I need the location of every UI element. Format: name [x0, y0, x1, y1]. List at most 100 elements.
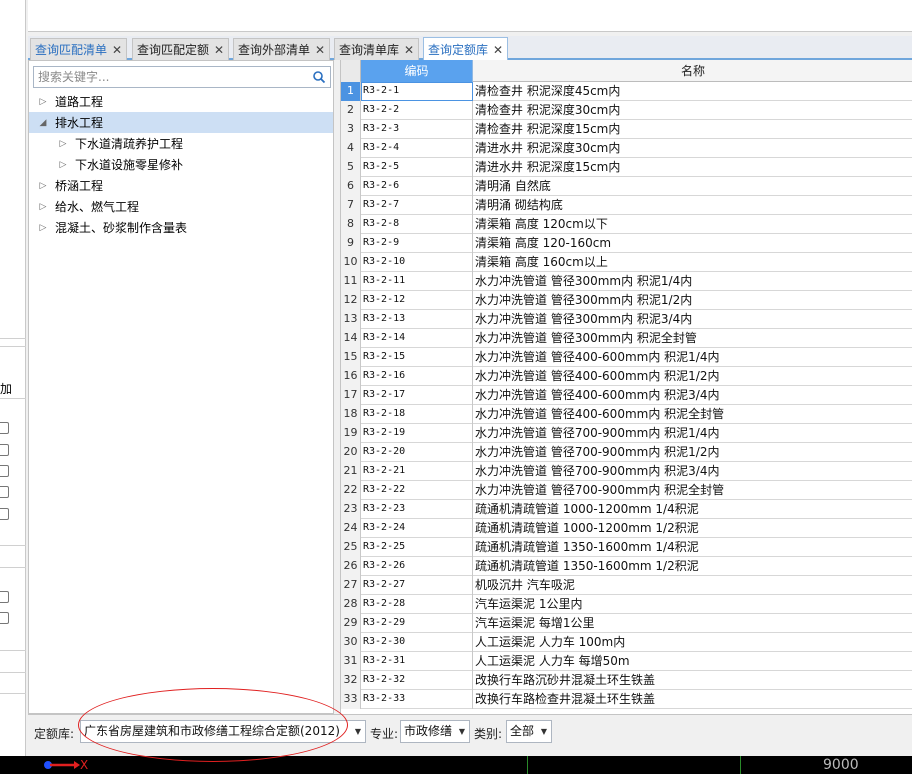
table-row[interactable]: 18 R3-2-18 水力冲洗管道 管径400-600mm内 积泥全封管: [341, 405, 912, 424]
quota-name-cell[interactable]: 清渠箱 高度 120-160cm: [473, 234, 912, 253]
quota-code-cell[interactable]: R3-2-12: [361, 291, 473, 310]
search-icon[interactable]: [312, 70, 326, 84]
row-number[interactable]: 33: [341, 690, 361, 709]
row-number[interactable]: 29: [341, 614, 361, 633]
tree-item-sewer-repair[interactable]: ▷ 下水道设施零星修补: [29, 154, 333, 175]
table-row[interactable]: 16 R3-2-16 水力冲洗管道 管径400-600mm内 积泥1/2内: [341, 367, 912, 386]
table-row[interactable]: 25 R3-2-25 疏通机清疏管道 1350-1600mm 1/4积泥: [341, 538, 912, 557]
quota-name-cell[interactable]: 改换行车路检查井混凝土环生铁盖: [473, 690, 912, 709]
quota-name-cell[interactable]: 水力冲洗管道 管径700-900mm内 积泥1/4内: [473, 424, 912, 443]
checkbox[interactable]: [0, 465, 9, 477]
row-number[interactable]: 2: [341, 101, 361, 120]
quota-name-cell[interactable]: 水力冲洗管道 管径400-600mm内 积泥1/4内: [473, 348, 912, 367]
quota-code-cell[interactable]: R3-2-4: [361, 139, 473, 158]
quota-code-cell[interactable]: R3-2-22: [361, 481, 473, 500]
quota-code-cell[interactable]: R3-2-21: [361, 462, 473, 481]
chevron-right-icon[interactable]: ▷: [37, 181, 49, 191]
quota-code-cell[interactable]: R3-2-27: [361, 576, 473, 595]
table-row[interactable]: 23 R3-2-23 疏通机清疏管道 1000-1200mm 1/4积泥: [341, 500, 912, 519]
quota-code-cell[interactable]: R3-2-7: [361, 196, 473, 215]
quota-code-cell[interactable]: R3-2-19: [361, 424, 473, 443]
table-row[interactable]: 5 R3-2-5 清进水井 积泥深度15cm内: [341, 158, 912, 177]
checkbox[interactable]: [0, 422, 9, 434]
row-number[interactable]: 12: [341, 291, 361, 310]
table-row[interactable]: 24 R3-2-24 疏通机清疏管道 1000-1200mm 1/2积泥: [341, 519, 912, 538]
quota-code-cell[interactable]: R3-2-5: [361, 158, 473, 177]
row-number[interactable]: 5: [341, 158, 361, 177]
table-row[interactable]: 30 R3-2-30 人工运渠泥 人力车 100m内: [341, 633, 912, 652]
quota-name-cell[interactable]: 水力冲洗管道 管径300mm内 积泥全封管: [473, 329, 912, 348]
row-number[interactable]: 23: [341, 500, 361, 519]
quota-name-cell[interactable]: 清检查井 积泥深度15cm内: [473, 120, 912, 139]
quota-name-cell[interactable]: 水力冲洗管道 管径700-900mm内 积泥1/2内: [473, 443, 912, 462]
table-row[interactable]: 1 R3-2-1 清检查井 积泥深度45cm内: [341, 82, 912, 101]
column-header-name[interactable]: 名称: [473, 60, 912, 82]
table-row[interactable]: 19 R3-2-19 水力冲洗管道 管径700-900mm内 积泥1/4内: [341, 424, 912, 443]
chevron-right-icon[interactable]: ▷: [37, 97, 49, 107]
row-number[interactable]: 24: [341, 519, 361, 538]
close-icon[interactable]: ✕: [112, 43, 122, 57]
table-row[interactable]: 33 R3-2-33 改换行车路检查井混凝土环生铁盖: [341, 690, 912, 709]
row-number[interactable]: 16: [341, 367, 361, 386]
search-input[interactable]: [34, 67, 304, 87]
quota-name-cell[interactable]: 清进水井 积泥深度30cm内: [473, 139, 912, 158]
quota-code-cell[interactable]: R3-2-9: [361, 234, 473, 253]
quota-name-cell[interactable]: 汽车运渠泥 1公里内: [473, 595, 912, 614]
row-number[interactable]: 3: [341, 120, 361, 139]
chevron-right-icon[interactable]: ▷: [57, 139, 69, 149]
quota-name-cell[interactable]: 疏通机清疏管道 1000-1200mm 1/4积泥: [473, 500, 912, 519]
chevron-right-icon[interactable]: ▷: [37, 223, 49, 233]
quota-name-cell[interactable]: 疏通机清疏管道 1350-1600mm 1/4积泥: [473, 538, 912, 557]
table-row[interactable]: 9 R3-2-9 清渠箱 高度 120-160cm: [341, 234, 912, 253]
quota-name-cell[interactable]: 水力冲洗管道 管径300mm内 积泥1/2内: [473, 291, 912, 310]
tree-item-sewer-maintenance[interactable]: ▷ 下水道清疏养护工程: [29, 133, 333, 154]
quota-name-cell[interactable]: 清明涌 砌结构底: [473, 196, 912, 215]
quota-name-cell[interactable]: 清明涌 自然底: [473, 177, 912, 196]
quota-code-cell[interactable]: R3-2-15: [361, 348, 473, 367]
quota-code-cell[interactable]: R3-2-10: [361, 253, 473, 272]
quota-name-cell[interactable]: 人工运渠泥 人力车 每增50m: [473, 652, 912, 671]
quota-code-cell[interactable]: R3-2-16: [361, 367, 473, 386]
quota-code-cell[interactable]: R3-2-23: [361, 500, 473, 519]
row-number[interactable]: 21: [341, 462, 361, 481]
quota-code-cell[interactable]: R3-2-24: [361, 519, 473, 538]
tab-query-external-list[interactable]: 查询外部清单 ✕: [233, 38, 331, 60]
row-number[interactable]: 22: [341, 481, 361, 500]
tree-item-bridge-works[interactable]: ▷ 桥涵工程: [29, 175, 333, 196]
quota-name-cell[interactable]: 清进水井 积泥深度15cm内: [473, 158, 912, 177]
tree-item-water-gas-works[interactable]: ▷ 给水、燃气工程: [29, 196, 333, 217]
quota-name-cell[interactable]: 机吸沉井 汽车吸泥: [473, 576, 912, 595]
row-number[interactable]: 17: [341, 386, 361, 405]
column-header-code[interactable]: 编码: [361, 60, 473, 82]
table-row[interactable]: 27 R3-2-27 机吸沉井 汽车吸泥: [341, 576, 912, 595]
table-row[interactable]: 6 R3-2-6 清明涌 自然底: [341, 177, 912, 196]
checkbox[interactable]: [0, 508, 9, 520]
table-row[interactable]: 29 R3-2-29 汽车运渠泥 每增1公里: [341, 614, 912, 633]
tree-item-drainage-works[interactable]: ◢ 排水工程: [29, 112, 333, 133]
quota-code-cell[interactable]: R3-2-30: [361, 633, 473, 652]
close-icon[interactable]: ✕: [493, 43, 503, 57]
row-number[interactable]: 28: [341, 595, 361, 614]
quota-code-cell[interactable]: R3-2-2: [361, 101, 473, 120]
quota-code-cell[interactable]: R3-2-3: [361, 120, 473, 139]
row-number[interactable]: 4: [341, 139, 361, 158]
checkbox[interactable]: [0, 486, 9, 498]
quota-library-select[interactable]: 广东省房屋建筑和市政修缮工程综合定额(2012) ▼: [80, 720, 366, 743]
quota-code-cell[interactable]: R3-2-18: [361, 405, 473, 424]
category-select[interactable]: 全部 ▼: [506, 720, 552, 743]
tab-query-matched-list[interactable]: 查询匹配清单 ✕: [30, 38, 128, 60]
quota-name-cell[interactable]: 水力冲洗管道 管径700-900mm内 积泥全封管: [473, 481, 912, 500]
quota-code-cell[interactable]: R3-2-11: [361, 272, 473, 291]
table-row[interactable]: 11 R3-2-11 水力冲洗管道 管径300mm内 积泥1/4内: [341, 272, 912, 291]
quota-name-cell[interactable]: 水力冲洗管道 管径300mm内 积泥3/4内: [473, 310, 912, 329]
table-row[interactable]: 14 R3-2-14 水力冲洗管道 管径300mm内 积泥全封管: [341, 329, 912, 348]
row-number[interactable]: 19: [341, 424, 361, 443]
tab-query-quota-library[interactable]: 查询定额库 ✕: [423, 37, 509, 61]
quota-code-cell[interactable]: R3-2-14: [361, 329, 473, 348]
checkbox[interactable]: [0, 444, 9, 456]
row-number[interactable]: 25: [341, 538, 361, 557]
row-number[interactable]: 14: [341, 329, 361, 348]
quota-name-cell[interactable]: 疏通机清疏管道 1000-1200mm 1/2积泥: [473, 519, 912, 538]
quota-code-cell[interactable]: R3-2-29: [361, 614, 473, 633]
table-row[interactable]: 17 R3-2-17 水力冲洗管道 管径400-600mm内 积泥3/4内: [341, 386, 912, 405]
